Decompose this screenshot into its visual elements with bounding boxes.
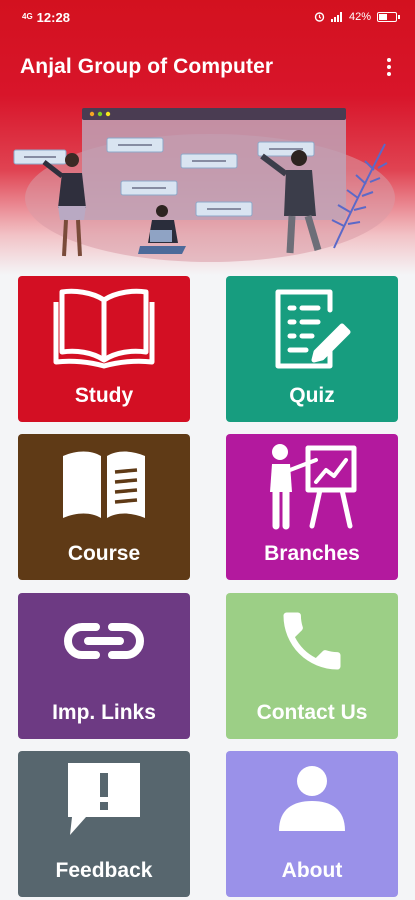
alarm-icon — [314, 10, 325, 25]
signal-icon — [330, 10, 343, 25]
tile-label: Study — [74, 384, 134, 407]
feedback-icon — [64, 759, 144, 844]
book-icon — [59, 448, 149, 525]
tile-label: Contact Us — [256, 701, 368, 724]
hero-illustration — [13, 108, 395, 262]
link-icon — [62, 621, 146, 666]
person-icon — [273, 765, 351, 836]
status-bar: 4G 12:28 42% — [0, 0, 415, 34]
tile-feedback[interactable]: Feedback — [18, 751, 190, 897]
tile-label: Feedback — [55, 859, 153, 882]
tile-course[interactable]: Course — [18, 434, 190, 580]
tile-imp-links[interactable]: Imp. Links — [18, 593, 190, 739]
status-time: 12:28 — [36, 9, 70, 25]
tile-label: Course — [67, 542, 141, 565]
quiz-document-icon — [272, 286, 352, 377]
app-title: Anjal Group of Computer — [20, 55, 274, 78]
presentation-icon — [264, 440, 360, 535]
battery-icon — [377, 12, 400, 22]
tile-label: Quiz — [289, 384, 335, 407]
app-bar: Anjal Group of Computer — [0, 44, 415, 90]
tile-about[interactable]: About — [226, 751, 398, 897]
more-vert-icon[interactable] — [377, 54, 401, 80]
tile-label: About — [281, 859, 343, 882]
tile-study[interactable]: Study — [18, 276, 190, 422]
tile-label: Imp. Links — [52, 701, 156, 724]
tile-branches[interactable]: Branches — [226, 434, 398, 580]
network-indicator: 4G — [22, 12, 33, 21]
tile-contact-us[interactable]: Contact Us — [226, 593, 398, 739]
phone-icon — [274, 603, 350, 684]
tile-quiz[interactable]: Quiz — [226, 276, 398, 422]
tile-label: Branches — [264, 542, 360, 565]
open-book-icon — [52, 286, 156, 375]
battery-percent: 42% — [348, 11, 371, 23]
